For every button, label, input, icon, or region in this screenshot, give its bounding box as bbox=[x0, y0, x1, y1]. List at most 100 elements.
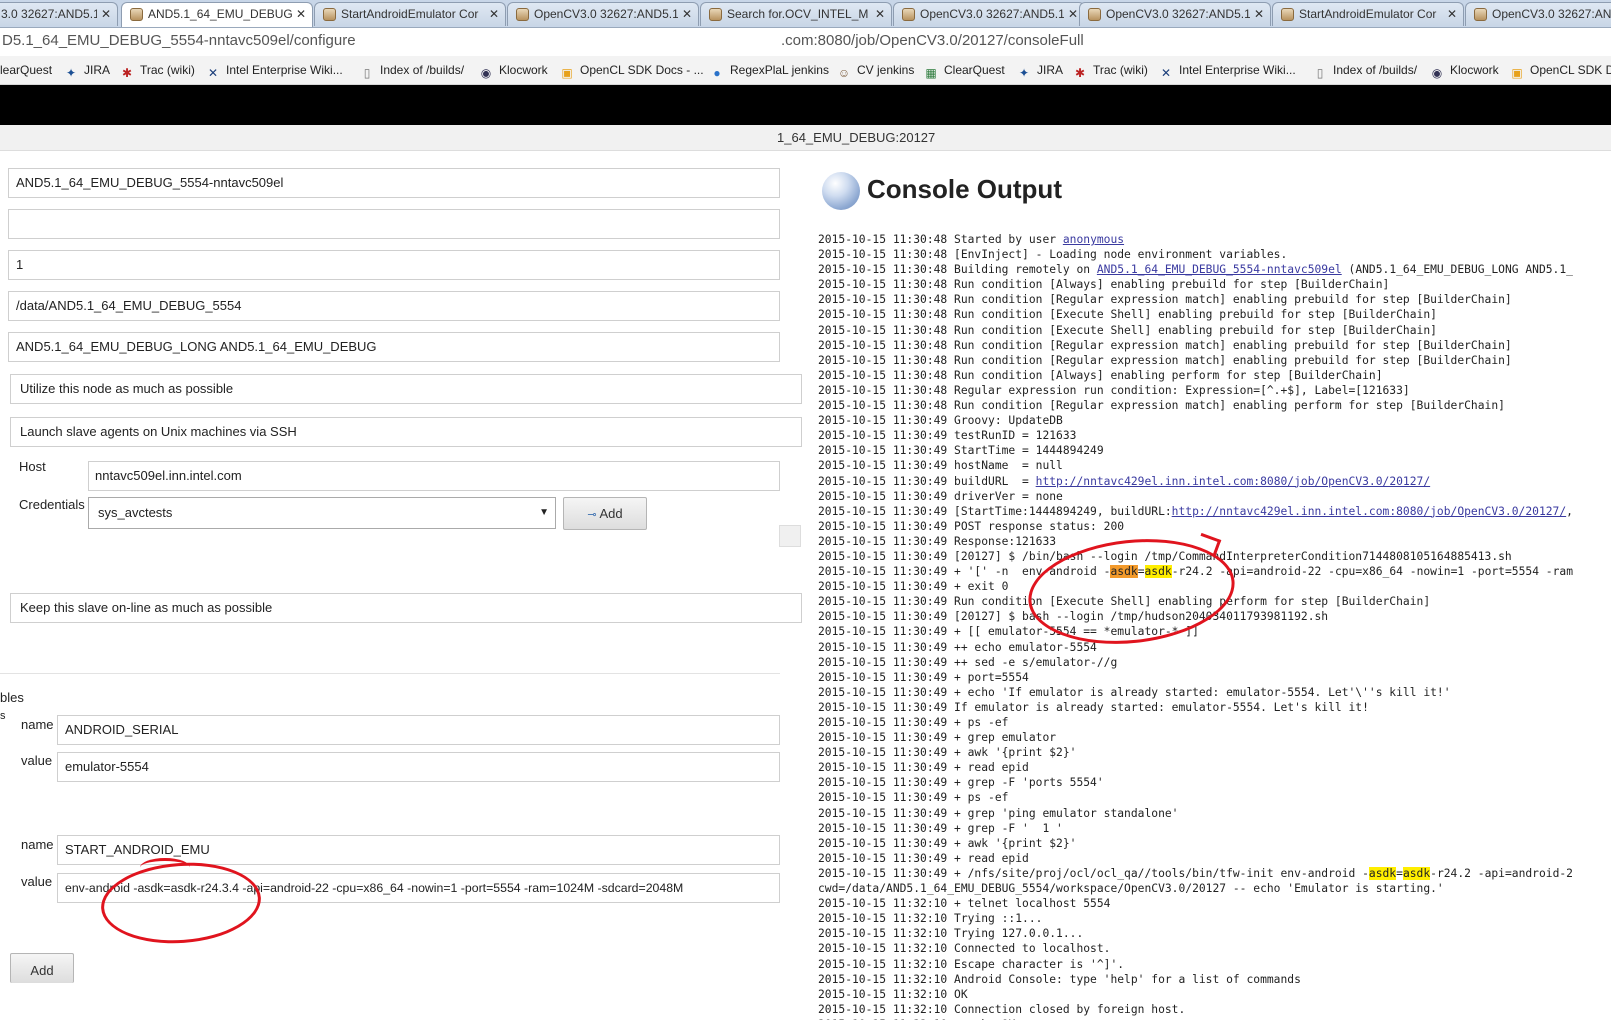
labels-field[interactable]: AND5.1_64_EMU_DEBUG_LONG AND5.1_64_EMU_D… bbox=[8, 332, 780, 362]
browser-tab[interactable]: 3.0 32627:AND5.1_ ✕ bbox=[0, 2, 118, 26]
bookmark-item[interactable]: ▣ OpenCL SDK Docs - ... bbox=[560, 61, 704, 80]
wiki-icon: ✕ bbox=[207, 66, 219, 80]
usage-select[interactable]: Utilize this node as much as possible bbox=[10, 374, 802, 404]
console-line: 2015-10-15 11:30:49 + read epid bbox=[818, 851, 1029, 865]
close-icon[interactable]: ✕ bbox=[1447, 3, 1457, 25]
browser-tab[interactable]: OpenCV3.0 32627:AND5.1 ✕ bbox=[507, 2, 699, 26]
close-icon[interactable]: ✕ bbox=[101, 3, 111, 25]
browser-tab[interactable]: OpenCV3.0 32627:AND bbox=[1465, 2, 1611, 26]
address-bar-right[interactable]: .com:8080/job/OpenCV3.0/20127/consoleFul… bbox=[781, 28, 1084, 54]
credentials-select[interactable]: sys_avctests ▼ bbox=[88, 497, 556, 529]
clearquest-icon: ▦ bbox=[925, 66, 937, 80]
add-credentials-label: Add bbox=[599, 506, 623, 521]
globe-icon: ● bbox=[713, 66, 721, 80]
bookmark-label: CV jenkins bbox=[857, 63, 915, 77]
scroll-handle[interactable] bbox=[779, 525, 801, 547]
executors-field[interactable]: 1 bbox=[8, 250, 780, 280]
bookmarks-bar: learQuest ✦ JIRA ✱ Trac (wiki) ✕ Intel Ente… bbox=[0, 56, 1611, 85]
availability-select[interactable]: Keep this slave on-line as much as possi… bbox=[10, 593, 802, 623]
bookmark-item[interactable]: ✱ Trac (wiki) bbox=[120, 61, 195, 80]
browser-tab[interactable]: OpenCV3.0 32627:AND5.1 ✕ bbox=[1079, 2, 1271, 26]
address-bar-left[interactable]: D5.1_64_EMU_DEBUG_5554-nntavc509el/confi… bbox=[2, 28, 356, 54]
browser-tab-active[interactable]: AND5.1_64_EMU_DEBUG_ ✕ bbox=[121, 2, 313, 27]
tab-label: StartAndroidEmulator Cor bbox=[1299, 7, 1437, 21]
console-line: 2015-10-15 11:30:49 + grep -F ' 1 ' bbox=[818, 821, 1063, 835]
console-output: 2015-10-15 11:30:48 Started by user anon… bbox=[818, 232, 1611, 1020]
env-name-label: name bbox=[21, 717, 54, 732]
close-icon[interactable]: ✕ bbox=[1068, 3, 1078, 25]
browser-tab[interactable]: StartAndroidEmulator Cor ✕ bbox=[1272, 2, 1464, 26]
tab-label: 3.0 32627:AND5.1_ bbox=[1, 7, 97, 21]
bookmark-item[interactable]: ✕ Intel Enterprise Wiki... bbox=[206, 61, 343, 80]
console-link[interactable]: anonymous bbox=[1063, 233, 1124, 246]
env-name-field[interactable]: ANDROID_SERIAL bbox=[57, 715, 780, 745]
console-link[interactable]: http://nntavc429el.inn.intel.com:8080/jo… bbox=[1172, 505, 1566, 518]
bookmark-item[interactable]: ▣ OpenCL SDK D bbox=[1510, 61, 1611, 80]
breadcrumb-label[interactable]: 1_64_EMU_DEBUG:20127 bbox=[777, 130, 935, 145]
console-line: 2015-10-15 11:32:10 Trying ::1... bbox=[818, 912, 1043, 926]
bookmark-label: ClearQuest bbox=[944, 63, 1005, 77]
console-line: 2015-10-15 11:30:49 + read epid bbox=[818, 761, 1029, 775]
console-line: 2015-10-15 11:30:49 If emulator is alrea… bbox=[818, 700, 1369, 714]
jira-icon: ✦ bbox=[1018, 66, 1030, 80]
console-line: 2015-10-15 11:30:49 + awk '{print $2}' bbox=[818, 746, 1077, 760]
console-line: 2015-10-15 11:30:49 + port=5554 bbox=[818, 670, 1029, 684]
console-line: 2015-10-15 11:30:48 Run condition [Regul… bbox=[818, 353, 1512, 367]
host-field[interactable]: nntavc509el.inn.intel.com bbox=[88, 461, 780, 491]
console-link[interactable]: http://nntavc429el.inn.intel.com:8080/jo… bbox=[1036, 475, 1430, 488]
bookmark-item[interactable]: ▯ Index of /builds/ bbox=[360, 61, 465, 80]
console-line: 2015-10-15 11:30:49 + grep -F 'ports 555… bbox=[818, 776, 1104, 790]
console-line: 2015-10-15 11:30:49 + grep 'ping emulato… bbox=[818, 806, 1179, 820]
bookmark-item[interactable]: ◉ Klocwork bbox=[1430, 61, 1499, 80]
add-credentials-button[interactable]: ⊸ Add bbox=[563, 497, 647, 530]
bookmark-label: OpenCL SDK Docs - ... bbox=[580, 63, 704, 77]
console-link[interactable]: AND5.1_64_EMU_DEBUG_5554-nntavc509el bbox=[1097, 263, 1342, 276]
bookmark-item[interactable]: ◉ Klocwork bbox=[479, 61, 548, 80]
env-value-field[interactable]: emulator-5554 bbox=[57, 752, 780, 782]
bookmark-label: learQuest bbox=[0, 63, 53, 77]
description-field[interactable] bbox=[8, 209, 780, 239]
browser-tab[interactable]: OpenCV3.0 32627:AND5.1 ✕ bbox=[893, 2, 1085, 26]
jenkins-favicon-icon bbox=[709, 8, 722, 21]
close-icon[interactable]: ✕ bbox=[296, 3, 306, 25]
browser-tab[interactable]: Search for.OCV_INTEL_M ✕ bbox=[700, 2, 892, 26]
jenkins-favicon-icon bbox=[1088, 8, 1101, 21]
bookmark-label: OpenCL SDK D bbox=[1530, 63, 1611, 77]
bookmark-label: JIRA bbox=[84, 63, 111, 77]
bookmark-item[interactable]: ✱ Trac (wiki) bbox=[1073, 61, 1148, 80]
add-env-var-button[interactable]: Add bbox=[10, 953, 74, 983]
close-icon[interactable]: ✕ bbox=[489, 3, 499, 25]
console-line: 2015-10-15 11:30:48 Regular expression r… bbox=[818, 383, 1410, 397]
node-name-field[interactable]: AND5.1_64_EMU_DEBUG_5554-nntavc509el bbox=[8, 168, 780, 198]
browser-tab[interactable]: StartAndroidEmulator Cor ✕ bbox=[314, 2, 506, 26]
bookmark-item[interactable]: ✦ JIRA bbox=[1017, 61, 1063, 80]
console-line: 2015-10-15 11:30:49 ++ sed -e s/emulator… bbox=[818, 655, 1118, 669]
console-line: 2015-10-15 11:32:10 OK bbox=[818, 987, 968, 1001]
bookmark-item[interactable]: ✕ Intel Enterprise Wiki... bbox=[1159, 61, 1296, 80]
bookmark-item[interactable]: learQuest bbox=[0, 61, 52, 79]
bookmark-item[interactable]: ▦ ClearQuest bbox=[924, 61, 1005, 80]
close-icon[interactable]: ✕ bbox=[875, 3, 885, 25]
console-line: 2015-10-15 11:30:49 ++ echo emulator-555… bbox=[818, 640, 1097, 654]
launch-method-select[interactable]: Launch slave agents on Unix machines via… bbox=[10, 417, 802, 447]
remote-root-field[interactable]: /data/AND5.1_64_EMU_DEBUG_5554 bbox=[8, 291, 780, 321]
console-line: 2015-10-15 11:30:49 buildURL = http://nn… bbox=[818, 474, 1431, 488]
bookmark-item[interactable]: ✦ JIRA bbox=[64, 61, 111, 80]
close-icon[interactable]: ✕ bbox=[1254, 3, 1264, 25]
bookmark-item[interactable]: ● RegexPlaL jenkins bbox=[710, 61, 829, 80]
console-line: 2015-10-15 11:30:49 + /nfs/site/proj/ocl… bbox=[818, 866, 1573, 880]
bookmark-label: Index of /builds/ bbox=[380, 63, 465, 77]
search-highlight: asdk bbox=[1368, 866, 1397, 880]
console-line: 2015-10-15 11:30:48 Run condition [Execu… bbox=[818, 323, 1437, 337]
env-value-label: value bbox=[21, 753, 53, 768]
env-name-label: name bbox=[21, 837, 54, 852]
klocwork-icon: ◉ bbox=[1431, 66, 1443, 80]
jenkins-favicon-icon bbox=[130, 8, 143, 21]
console-line: 2015-10-15 11:30:49 + awk '{print $2}' bbox=[818, 836, 1077, 850]
tab-label: StartAndroidEmulator Cor bbox=[341, 7, 479, 21]
bookmark-item[interactable]: ▯ Index of /builds/ bbox=[1313, 61, 1417, 80]
close-icon[interactable]: ✕ bbox=[682, 3, 692, 25]
console-line: 2015-10-15 11:30:49 + ps -ef bbox=[818, 716, 1009, 729]
bookmark-item[interactable]: ☺ CV jenkins bbox=[837, 61, 915, 80]
console-line: 2015-10-15 11:30:49 POST response status… bbox=[818, 519, 1125, 533]
